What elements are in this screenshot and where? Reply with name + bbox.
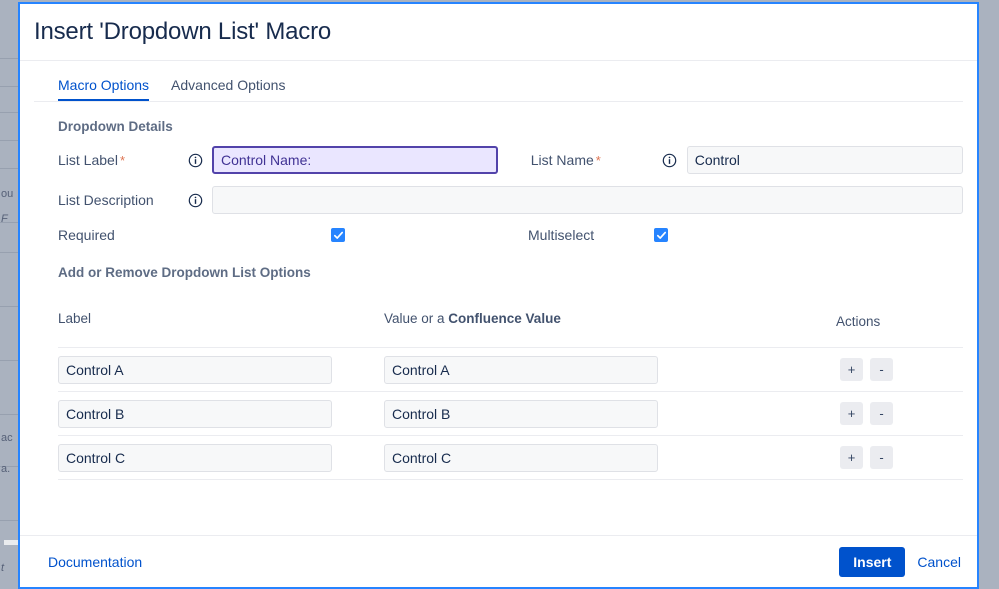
cancel-button[interactable]: Cancel (915, 547, 963, 577)
required-asterisk: * (119, 153, 125, 168)
required-checkbox[interactable] (331, 228, 345, 242)
confluence-value-link[interactable]: Confluence Value (448, 311, 561, 326)
list-name-input[interactable] (686, 146, 963, 174)
column-header-label: Label (58, 311, 92, 326)
field-row-list-description: List Description (34, 186, 963, 214)
table-row: + - (58, 436, 963, 480)
footer-actions: Insert Cancel (839, 546, 963, 577)
backdrop-text-fragment: F (1, 213, 8, 225)
options-table-header: Label Value or a Confluence Value Action… (58, 292, 963, 348)
options-section-heading: Add or Remove Dropdown List Options (58, 265, 311, 280)
column-header-value: Value or a (384, 311, 449, 326)
add-option-button[interactable]: + (840, 446, 863, 469)
tab-advanced-options[interactable]: Advanced Options (171, 78, 285, 101)
option-value-input[interactable] (384, 399, 658, 428)
dialog-footer: Documentation Insert Cancel (20, 535, 977, 587)
required-label: Required (58, 227, 115, 243)
table-row: + - (58, 348, 963, 392)
dialog-header: Insert 'Dropdown List' Macro (20, 4, 977, 61)
remove-option-button[interactable]: - (870, 446, 893, 469)
list-label-input[interactable] (212, 146, 498, 174)
info-circle-icon[interactable] (661, 151, 679, 169)
dialog-body: Macro Options Advanced Options Dropdown … (20, 61, 977, 535)
option-label-input[interactable] (58, 355, 332, 384)
backdrop-text-fragment: t (1, 562, 5, 574)
add-option-button[interactable]: + (840, 358, 863, 381)
tab-bar: Macro Options Advanced Options (34, 61, 963, 102)
option-value-input[interactable] (384, 443, 658, 472)
dropdown-details-heading: Dropdown Details (58, 119, 173, 134)
insert-button[interactable]: Insert (839, 546, 906, 577)
remove-option-button[interactable]: - (870, 358, 893, 381)
list-description-label: List Description (58, 192, 154, 208)
list-description-input[interactable] (212, 186, 963, 214)
multiselect-label: Multiselect (528, 227, 595, 243)
list-label-label: List Label * (58, 152, 186, 168)
list-label-text: List Label (58, 152, 118, 168)
insert-macro-dialog: Insert 'Dropdown List' Macro Macro Optio… (18, 2, 979, 589)
required-asterisk: * (595, 153, 601, 168)
dialog-title: Insert 'Dropdown List' Macro (34, 18, 332, 45)
field-row-list-label-name: List Label* List Name* (34, 146, 963, 174)
checkbox-row: Required Multiselect (34, 227, 963, 243)
option-label-input[interactable] (58, 399, 332, 428)
backdrop-text-fragment: ac (1, 432, 13, 444)
info-circle-icon[interactable] (186, 151, 204, 169)
list-name-text: List Name (530, 152, 594, 168)
documentation-link[interactable]: Documentation (48, 554, 142, 570)
list-name-label: List Name * (531, 152, 661, 168)
backdrop-text-fragment: a. (1, 463, 11, 475)
multiselect-checkbox[interactable] (654, 228, 668, 242)
add-option-button[interactable]: + (840, 402, 863, 425)
column-header-actions: Actions (836, 314, 881, 329)
remove-option-button[interactable]: - (870, 402, 893, 425)
table-row: + - (58, 392, 963, 436)
tab-macro-options[interactable]: Macro Options (58, 78, 150, 101)
backdrop-text-fragment: ou (1, 188, 14, 200)
option-value-input[interactable] (384, 355, 658, 384)
options-table: Label Value or a Confluence Value Action… (34, 292, 963, 480)
info-circle-icon[interactable] (186, 191, 204, 209)
option-label-input[interactable] (58, 443, 332, 472)
